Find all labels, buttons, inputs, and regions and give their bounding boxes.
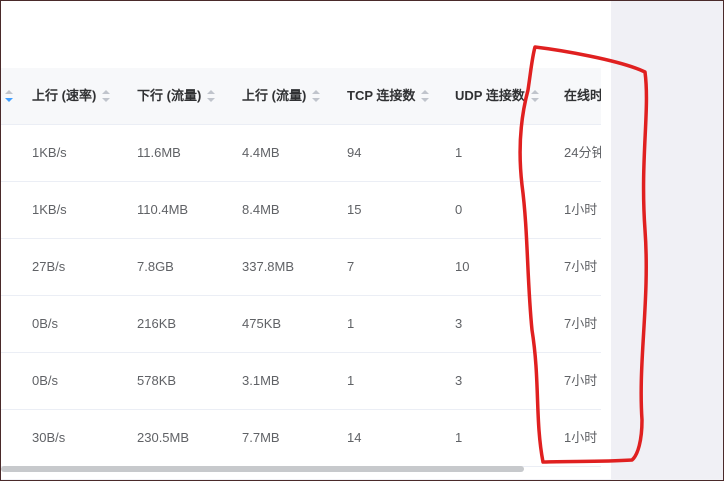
red-annotation-outline — [518, 45, 649, 464]
